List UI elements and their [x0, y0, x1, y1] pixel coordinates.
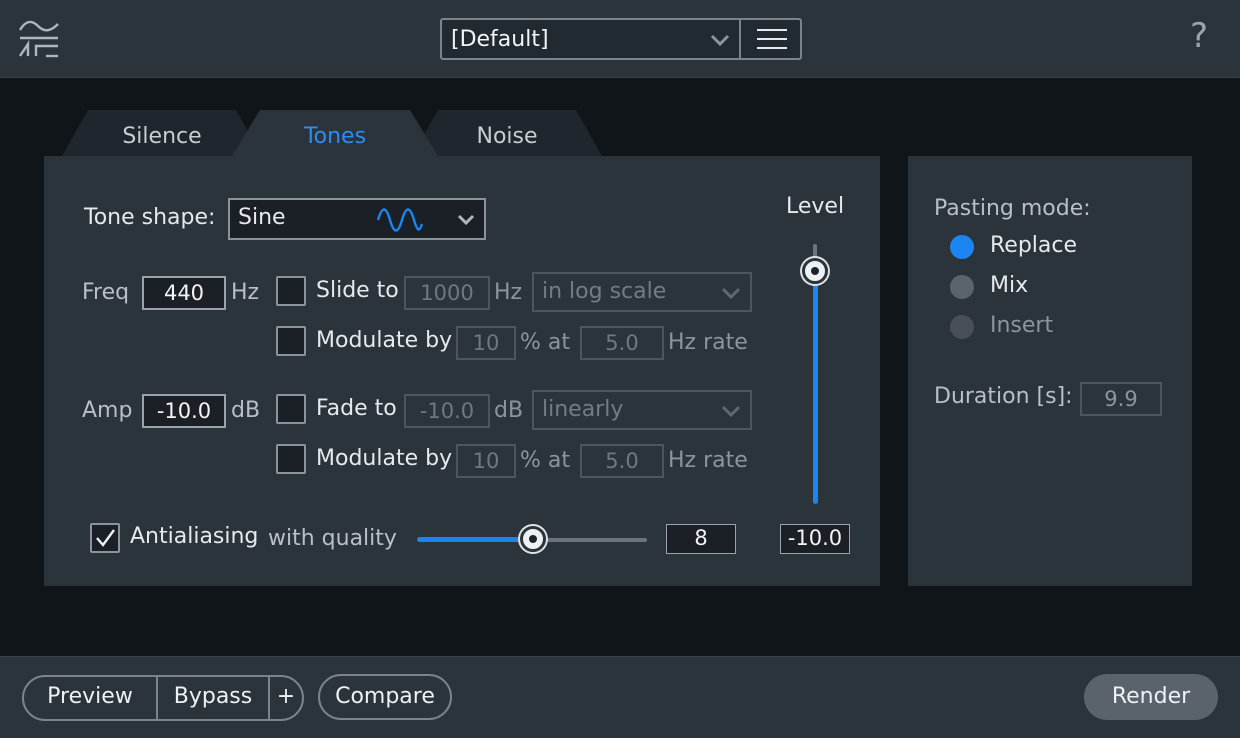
- module-logo-icon: [18, 20, 59, 58]
- level-slider-handle[interactable]: [802, 258, 828, 284]
- level-slider-fill: [813, 270, 818, 504]
- tab-noise[interactable]: Noise: [412, 110, 602, 156]
- duration-input[interactable]: 9.9: [1080, 382, 1162, 416]
- freq-label: Freq: [82, 280, 130, 305]
- fade-unit: dB: [494, 398, 524, 423]
- radio-mix[interactable]: [950, 275, 974, 299]
- amp-modulate-unit: % at: [520, 448, 571, 473]
- freq-modulate-checkbox[interactable]: [276, 326, 306, 356]
- chevron-down-icon: [721, 405, 741, 418]
- amp-modulate-checkbox[interactable]: [276, 444, 306, 474]
- checkmark-icon: [96, 529, 115, 547]
- preset-value: [Default]: [451, 27, 549, 52]
- slide-checkbox[interactable]: [276, 276, 306, 306]
- preview-bypass-group: Preview Bypass +: [22, 675, 304, 721]
- freq-rate-unit: Hz rate: [668, 330, 748, 355]
- fade-to-input[interactable]: -10.0: [404, 394, 490, 428]
- radio-replace-label: Replace: [990, 233, 1078, 258]
- slide-label: Slide to: [316, 278, 399, 303]
- tone-shape-dropdown[interactable]: Sine: [228, 198, 486, 240]
- tab-noise-label: Noise: [476, 124, 538, 149]
- tone-shape-label: Tone shape:: [84, 205, 216, 230]
- radio-mix-label: Mix: [990, 273, 1029, 298]
- slide-scale-value: in log scale: [542, 279, 667, 304]
- radio-insert-label: Insert: [990, 313, 1054, 338]
- quality-slider-track[interactable]: [533, 538, 647, 542]
- level-input[interactable]: -10.0: [780, 524, 850, 554]
- amp-unit: dB: [231, 398, 261, 423]
- chevron-down-icon: [457, 214, 475, 226]
- level-label: Level: [786, 194, 845, 219]
- tab-silence-label: Silence: [122, 124, 202, 149]
- quality-slider-handle[interactable]: [520, 526, 546, 552]
- duration-label: Duration [s]:: [934, 384, 1073, 409]
- freq-modulate-label: Modulate by: [316, 328, 453, 353]
- antialiasing-label: Antialiasing: [130, 524, 259, 549]
- radio-replace[interactable]: [950, 235, 974, 259]
- freq-modulate-unit: % at: [520, 330, 571, 355]
- fade-curve-dropdown[interactable]: linearly: [532, 390, 752, 430]
- quality-input[interactable]: 8: [666, 524, 736, 554]
- tone-shape-value: Sine: [238, 205, 286, 230]
- amp-modulate-input[interactable]: 10: [456, 444, 516, 478]
- fade-curve-value: linearly: [542, 397, 624, 422]
- quality-label: with quality: [268, 526, 397, 551]
- slide-unit: Hz: [494, 280, 523, 305]
- freq-modulate-input[interactable]: 10: [456, 326, 516, 360]
- amp-input[interactable]: -10.0: [142, 394, 226, 428]
- fade-checkbox[interactable]: [276, 394, 306, 424]
- bottom-bar: Preview Bypass +: [0, 656, 1240, 738]
- top-bar: [Default] ?: [0, 0, 1240, 78]
- pasting-mode-label: Pasting mode:: [934, 196, 1091, 221]
- quality-slider-fill: [417, 537, 533, 542]
- slide-scale-dropdown[interactable]: in log scale: [532, 272, 752, 312]
- bypass-button[interactable]: Bypass: [158, 684, 268, 709]
- add-button[interactable]: +: [270, 684, 302, 709]
- help-icon[interactable]: ?: [1184, 16, 1214, 56]
- amp-rate-input[interactable]: 5.0: [580, 444, 664, 478]
- render-button[interactable]: Render: [1084, 674, 1218, 720]
- preview-button[interactable]: Preview: [24, 684, 156, 709]
- freq-rate-input[interactable]: 5.0: [580, 326, 664, 360]
- freq-unit: Hz: [231, 280, 260, 305]
- compare-button[interactable]: Compare: [318, 674, 452, 720]
- chevron-down-icon[interactable]: [708, 30, 732, 50]
- fade-label: Fade to: [316, 396, 397, 421]
- slide-to-input[interactable]: 1000: [404, 276, 490, 310]
- amp-modulate-label: Modulate by: [316, 446, 453, 471]
- freq-input[interactable]: 440: [142, 276, 226, 310]
- sine-wave-icon: [376, 208, 424, 232]
- tab-tones[interactable]: Tones: [232, 110, 438, 156]
- preset-selector[interactable]: [Default]: [440, 18, 802, 60]
- amp-label: Amp: [82, 398, 133, 423]
- amp-rate-unit: Hz rate: [668, 448, 748, 473]
- preset-menu-button[interactable]: [741, 20, 802, 58]
- radio-insert: [950, 315, 974, 339]
- antialiasing-checkbox[interactable]: [90, 523, 120, 553]
- tab-tones-label: Tones: [303, 124, 367, 149]
- chevron-down-icon: [721, 287, 741, 300]
